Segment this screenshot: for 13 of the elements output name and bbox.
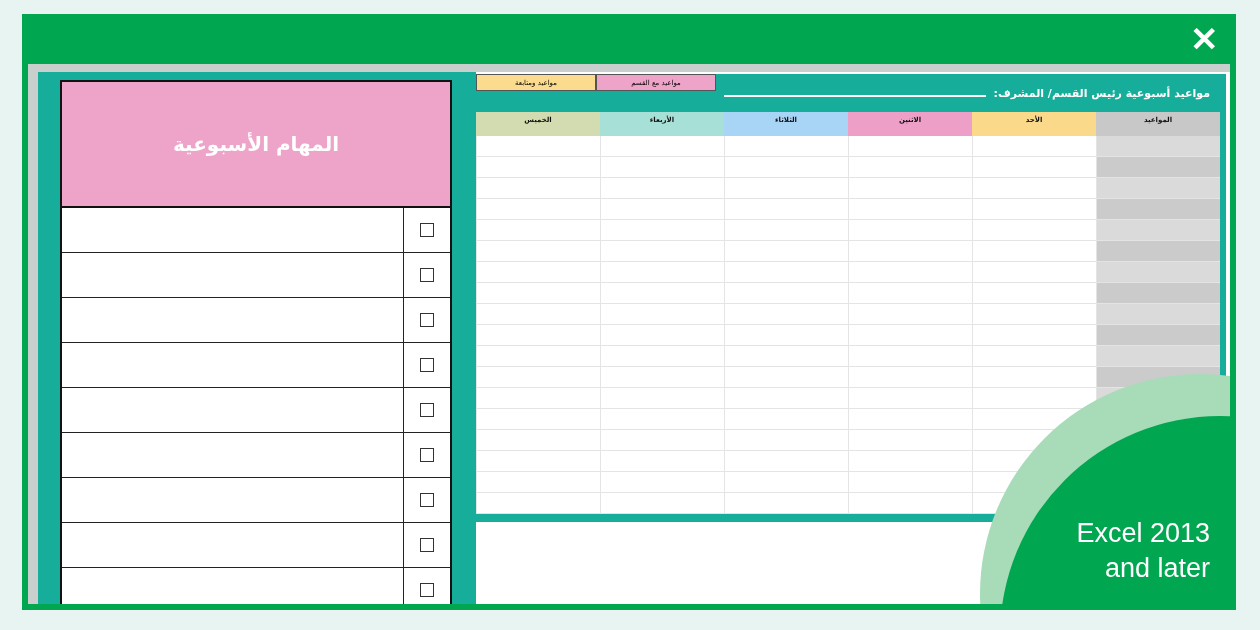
schedule-title: مواعيد أسبوعية رئيس القسم/ المشرف: [993,86,1211,100]
checkbox[interactable] [420,583,434,597]
checkbox[interactable] [420,403,434,417]
checkbox[interactable] [420,223,434,237]
checkbox[interactable] [420,448,434,462]
tasks-title: المهام الأسبوعية [172,132,340,156]
checkbox[interactable] [420,268,434,282]
badge-text: Excel 2013 and later [1075,517,1210,586]
checkbox[interactable] [420,493,434,507]
checkbox[interactable] [420,538,434,552]
close-button[interactable]: ✕ [1178,22,1230,56]
checkbox[interactable] [420,358,434,372]
checkbox[interactable] [420,313,434,327]
